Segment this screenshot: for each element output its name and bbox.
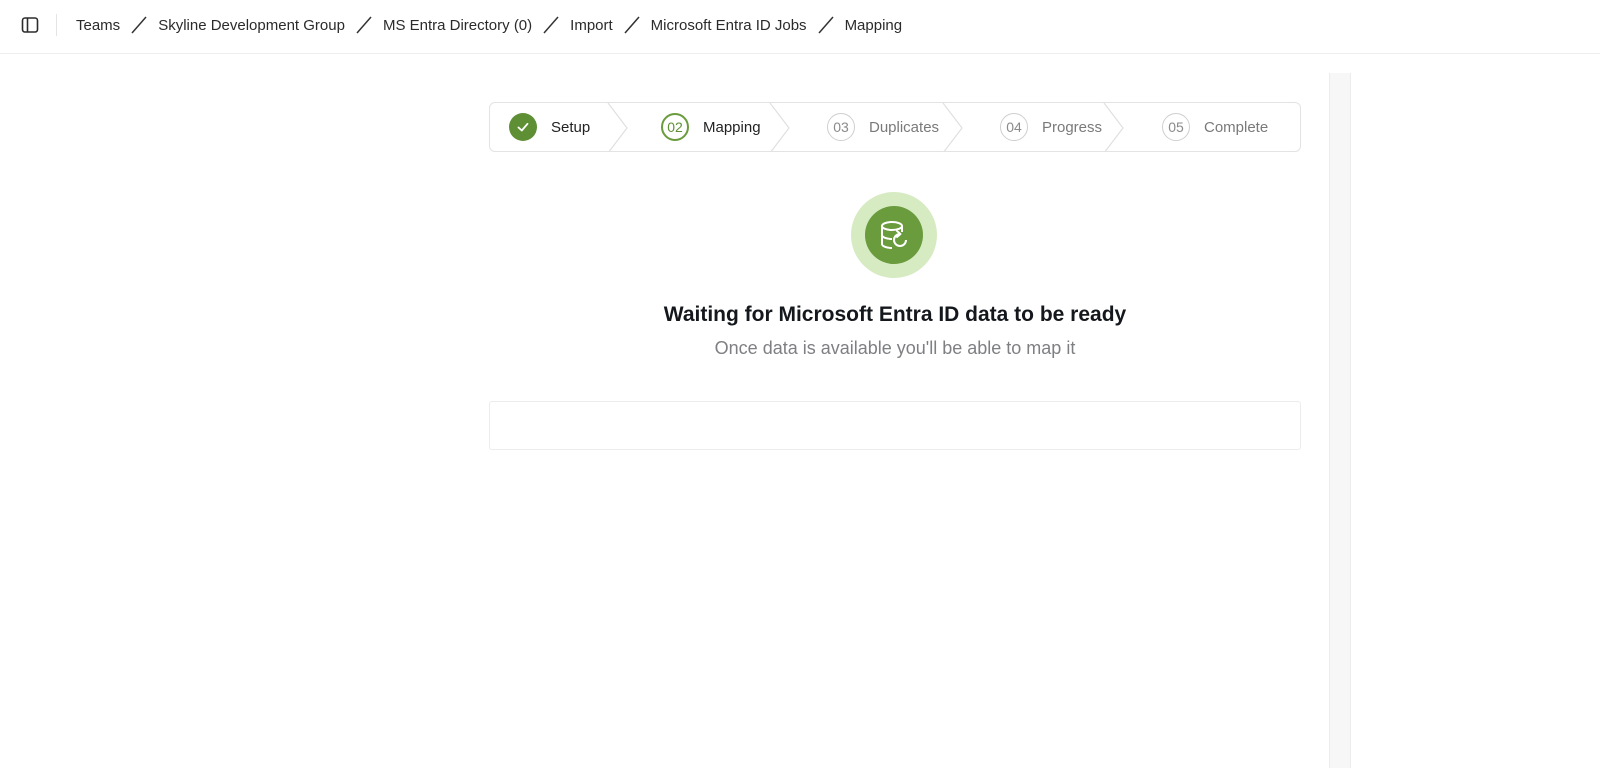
breadcrumb-item-directory[interactable]: MS Entra Directory (0)	[383, 17, 532, 34]
breadcrumb-separator-icon	[532, 15, 570, 35]
breadcrumb: Teams Skyline Development Group MS Entra…	[76, 0, 902, 50]
step-complete[interactable]: 05 Complete	[1123, 103, 1293, 151]
breadcrumb-separator-icon	[807, 15, 845, 35]
status-subtitle: Once data is available you'll be able to…	[714, 338, 1076, 358]
top-bar: Teams Skyline Development Group MS Entra…	[0, 0, 1600, 54]
step-label: Mapping	[703, 118, 761, 136]
import-stepper: Setup 02 Mapping 03 Duplicates 04 Progre…	[489, 102, 1301, 152]
breadcrumb-item-jobs[interactable]: Microsoft Entra ID Jobs	[651, 17, 807, 34]
step-chevron-icon	[769, 103, 790, 151]
mapping-panel	[489, 401, 1301, 450]
step-label: Complete	[1204, 118, 1269, 136]
breadcrumb-item-team[interactable]: Skyline Development Group	[158, 17, 345, 34]
right-scroll-rail[interactable]	[1329, 73, 1351, 768]
step-number: 02	[661, 113, 689, 141]
step-label: Setup	[551, 118, 591, 136]
breadcrumb-separator-icon	[120, 15, 158, 35]
step-label: Duplicates	[869, 118, 940, 136]
step-chevron-icon	[607, 103, 628, 151]
step-number: 04	[1000, 113, 1028, 141]
breadcrumb-item-current: Mapping	[844, 16, 903, 34]
step-chevron-icon	[1103, 103, 1124, 151]
database-sync-icon	[851, 192, 937, 278]
sidebar-toggle-icon[interactable]	[20, 15, 40, 35]
step-mapping[interactable]: 02 Mapping	[627, 103, 790, 151]
step-duplicates[interactable]: 03 Duplicates	[789, 103, 963, 151]
step-label: Progress	[1042, 118, 1103, 136]
step-number: 05	[1162, 113, 1190, 141]
step-setup[interactable]: Setup	[490, 103, 628, 151]
step-progress[interactable]: 04 Progress	[962, 103, 1124, 151]
breadcrumb-separator-icon	[613, 15, 651, 35]
status-title: Waiting for Microsoft Entra ID data to b…	[663, 303, 1127, 326]
step-chevron-icon	[942, 103, 963, 151]
breadcrumb-separator-icon	[345, 15, 383, 35]
breadcrumb-item-import[interactable]: Import	[570, 17, 613, 34]
step-number: 03	[827, 113, 855, 141]
breadcrumb-item-teams[interactable]: Teams	[76, 17, 120, 34]
check-icon	[509, 113, 537, 141]
topbar-divider	[56, 14, 57, 36]
